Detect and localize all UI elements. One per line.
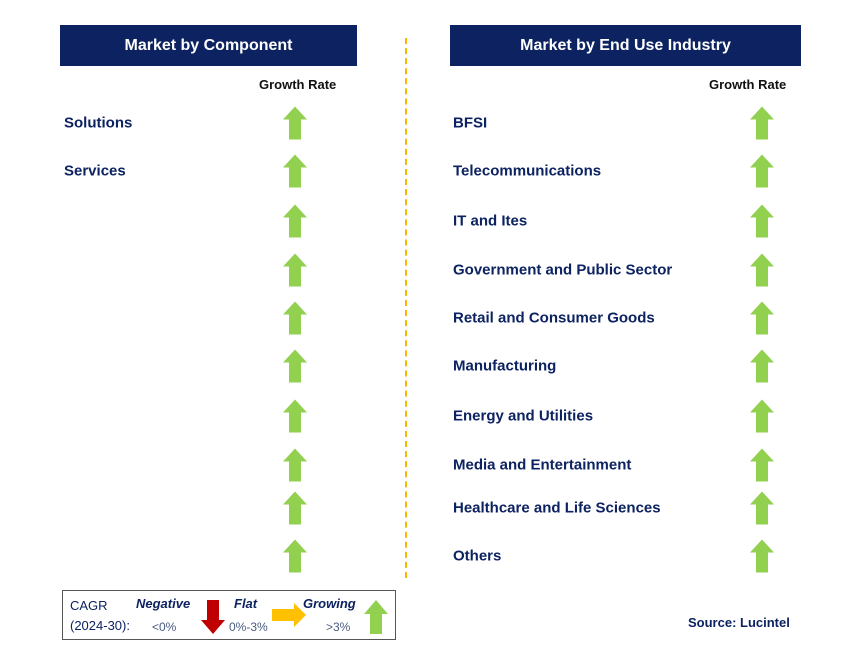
legend-negative-range: <0% <box>152 620 177 634</box>
right-segment-label: Retail and Consumer Goods <box>453 309 655 327</box>
growth-up-arrow-icon <box>750 106 774 140</box>
legend-growing-range: >3% <box>326 620 351 634</box>
down-arrow-icon <box>201 600 225 634</box>
growth-up-arrow-icon <box>283 301 307 335</box>
growth-up-arrow-icon <box>750 204 774 238</box>
right-segment-label: Telecommunications <box>453 162 602 180</box>
right-segment-label: BFSI <box>453 114 488 132</box>
growth-up-arrow-icon <box>283 154 307 188</box>
legend-cagr: CAGR <box>70 598 108 613</box>
divider <box>405 38 407 578</box>
legend-growing: Growing <box>303 596 356 611</box>
growth-up-arrow-icon <box>283 106 307 140</box>
growth-up-arrow-icon <box>750 253 774 287</box>
growth-up-arrow-icon <box>750 491 774 525</box>
source: Source: Lucintel <box>688 615 790 630</box>
right-segment-label: Manufacturing <box>453 357 557 375</box>
growth-up-arrow-icon <box>283 399 307 433</box>
growth-up-arrow-icon <box>283 204 307 238</box>
right-arrow-icon <box>272 603 306 627</box>
legend: CAGR (2024-30): Negative <0% Flat 0%-3% … <box>62 590 396 640</box>
left-segment-label: Services <box>64 162 126 180</box>
legend-flat-range: 0%-3% <box>229 620 268 634</box>
left-segment-label: Solutions <box>64 114 133 132</box>
growth-up-arrow-icon <box>283 253 307 287</box>
growth-up-arrow-icon <box>750 301 774 335</box>
legend-negative: Negative <box>136 596 191 611</box>
growth-up-arrow-icon <box>750 448 774 482</box>
growth-up-arrow-icon <box>750 154 774 188</box>
growth-up-arrow-icon <box>750 349 774 383</box>
legend-period: (2024-30): <box>70 618 130 633</box>
right-segment-label: Energy and Utilities <box>453 407 594 425</box>
up-arrow-icon <box>364 600 388 634</box>
growth-up-arrow-icon <box>750 399 774 433</box>
right-segment-label: Healthcare and Life Sciences <box>453 499 661 517</box>
left-growth-rate-header: Growth Rate <box>259 77 337 92</box>
legend-flat: Flat <box>234 596 258 611</box>
end-use-header: Market by End Use Industry <box>450 25 801 66</box>
growth-up-arrow-icon <box>283 539 307 573</box>
growth-up-arrow-icon <box>750 539 774 573</box>
right-segment-label: Government and Public Sector <box>453 261 673 279</box>
right-growth-rate-header: Growth Rate <box>709 77 787 92</box>
growth-up-arrow-icon <box>283 448 307 482</box>
growth-up-arrow-icon <box>283 349 307 383</box>
right-segment-label: Others <box>453 547 502 565</box>
right-segment-label: Media and Entertainment <box>453 456 632 474</box>
right-segment-label: IT and Ites <box>453 212 528 230</box>
growth-up-arrow-icon <box>283 491 307 525</box>
component-header: Market by Component <box>60 25 357 66</box>
